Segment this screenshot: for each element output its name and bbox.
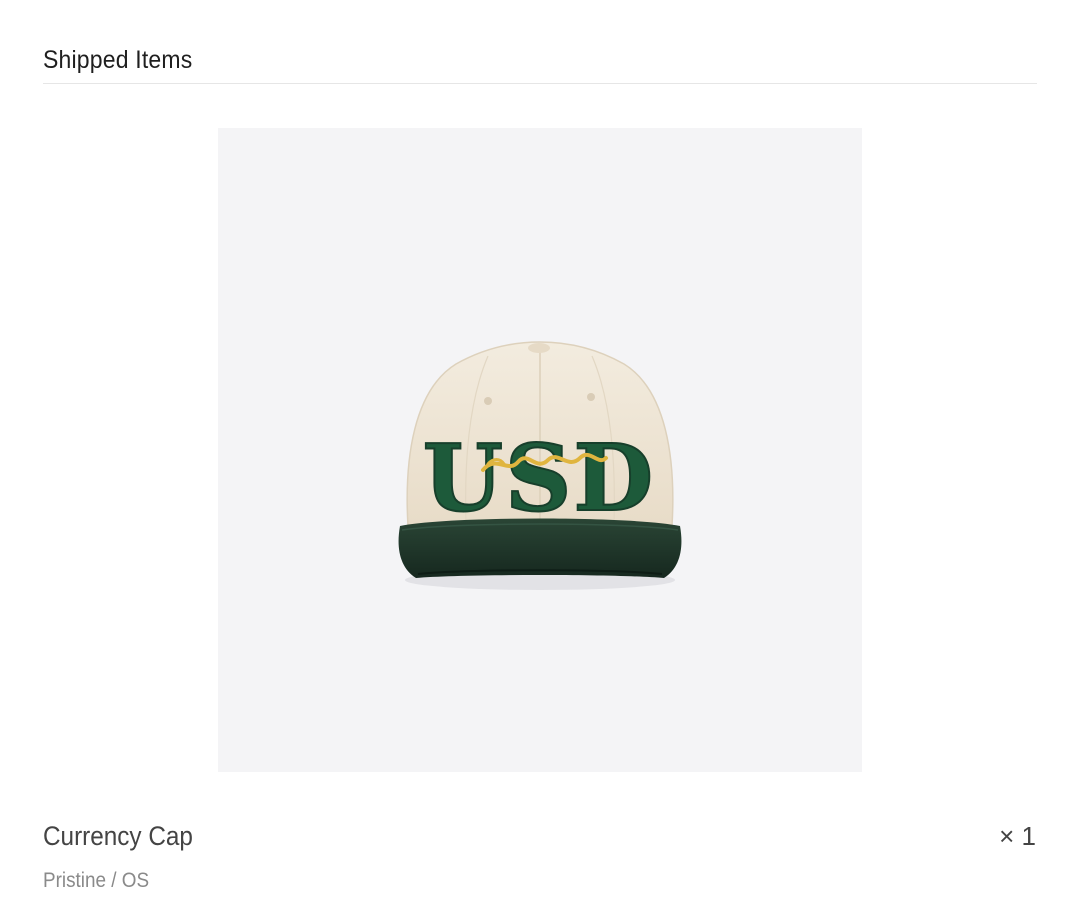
- item-quantity: × 1: [999, 821, 1036, 851]
- section-title: Shipped Items: [43, 46, 193, 74]
- section-divider: [43, 83, 1037, 84]
- product-image[interactable]: USD: [218, 128, 862, 772]
- cap-photo-icon: USD: [398, 341, 682, 590]
- cap-lettering: USD: [423, 424, 655, 532]
- item-variant: Pristine / OS: [43, 869, 150, 892]
- item-name: Currency Cap: [43, 821, 193, 851]
